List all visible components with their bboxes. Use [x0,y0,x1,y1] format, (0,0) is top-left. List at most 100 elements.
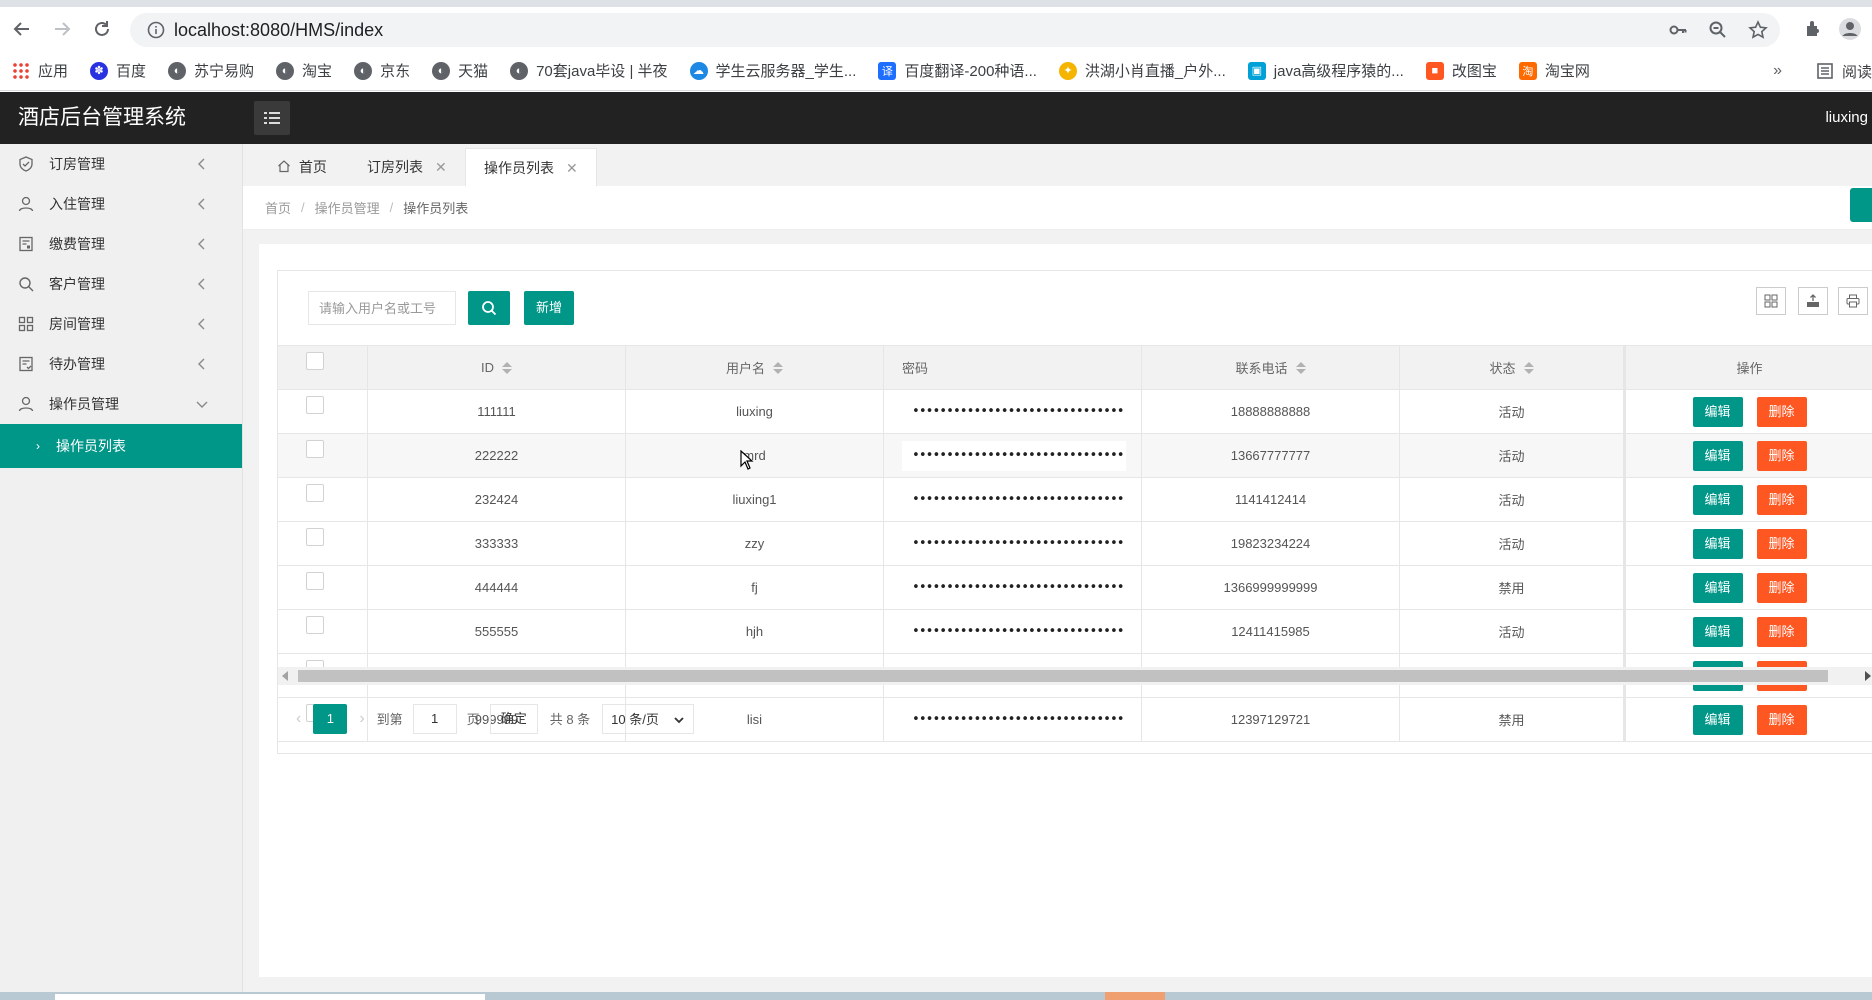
sort-icon[interactable] [773,361,783,374]
bookmark-cloud[interactable]: ☁ 学生云服务器_学生... [689,60,856,81]
export-button[interactable] [1798,287,1828,315]
back-button[interactable] [6,13,38,45]
row-checkbox[interactable] [305,439,324,458]
sidebar-item-booking[interactable]: 订房管理 [0,144,242,184]
add-operator-button[interactable]: 新增 [524,291,574,325]
sort-icon[interactable] [1523,361,1534,374]
page-number-current[interactable]: 1 [313,703,348,734]
bookmark-taobaowang[interactable]: 淘淘宝网 [1518,60,1590,81]
delete-button[interactable]: 删除 [1756,616,1807,647]
breadcrumb-section[interactable]: 操作员管理 [315,198,380,217]
edit-button[interactable]: 编辑 [1692,484,1743,515]
edit-button[interactable]: 编辑 [1692,396,1743,427]
row-checkbox-cell [278,522,368,565]
password-field[interactable] [902,528,1126,559]
taskbar-item[interactable] [55,994,485,1000]
bookmark-taobao[interactable]: ◐ 淘宝 [276,60,332,81]
sort-icon[interactable] [502,361,512,374]
forward-button[interactable] [46,13,78,45]
address-bar[interactable]: localhost:8080/HMS/index [130,13,1780,47]
chevron-down-icon [674,716,684,723]
sidebar-item-label: 订房管理 [49,156,105,172]
sidebar-item-operator[interactable]: 操作员管理 [0,384,242,424]
prev-page-icon[interactable]: ‹ [296,710,301,728]
select-all-checkbox[interactable] [305,351,324,370]
edit-button[interactable]: 编辑 [1692,440,1743,471]
bookmark-bilibili[interactable]: ▣ java高级程序猿的... [1247,60,1404,81]
sidebar-item-customer[interactable]: 客户管理 [0,264,242,304]
password-field[interactable] [902,396,1126,427]
close-icon[interactable]: ✕ [435,159,447,175]
delete-button[interactable]: 删除 [1756,440,1807,471]
current-user[interactable]: liuxing [1825,92,1868,144]
page-size-select[interactable]: 10 条/页 [602,703,695,734]
scroll-left-icon[interactable] [282,671,288,681]
sidebar-item-todo[interactable]: 待办管理 [0,344,242,384]
edit-button[interactable]: 编辑 [1692,572,1743,603]
sidebar-subitem-operator-list[interactable]: › 操作员列表 [0,424,242,468]
zoom-icon[interactable] [1708,20,1728,40]
sidebar-item-label: 缴费管理 [49,236,105,252]
scroll-right-icon[interactable] [1865,671,1871,681]
search-button[interactable] [468,291,510,325]
next-page-icon[interactable]: › [359,710,364,728]
url-text[interactable]: localhost:8080/HMS/index [174,20,383,41]
delete-button[interactable]: 删除 [1756,484,1807,515]
bookmark-live[interactable]: ✦ 洪湖小肖直播_户外... [1058,60,1226,81]
search-input[interactable] [308,291,456,325]
star-icon[interactable] [1748,20,1768,40]
info-icon[interactable] [142,21,170,39]
bookmark-jd[interactable]: ◐ 京东 [354,60,410,81]
delete-button[interactable]: 删除 [1756,528,1807,559]
sidebar-item-room[interactable]: 房间管理 [0,304,242,344]
header-phone[interactable]: 联系电话 [1142,346,1400,389]
bookmark-baidu[interactable]: ✽ 百度 [90,60,146,81]
bookmark-tmall[interactable]: ◐ 天猫 [432,60,488,81]
password-field[interactable] [902,440,1126,471]
sidebar-item-checkin[interactable]: 入住管理 [0,184,242,224]
key-icon[interactable] [1668,20,1688,40]
edit-button[interactable]: 编辑 [1692,528,1743,559]
horizontal-scrollbar[interactable] [278,667,1872,685]
row-checkbox[interactable] [305,395,324,414]
close-icon[interactable]: ✕ [566,160,578,176]
tab-home[interactable]: 首页 [259,148,345,186]
print-button[interactable] [1838,287,1868,315]
tab-booking-list[interactable]: 订房列表 ✕ [349,148,465,186]
reload-button[interactable] [86,13,118,45]
bookmarks-more-button[interactable]: » [1773,51,1782,90]
password-field[interactable] [902,484,1126,515]
header-id[interactable]: ID [368,346,626,389]
row-checkbox[interactable] [305,527,324,546]
header-status[interactable]: 状态 [1400,346,1624,389]
row-checkbox[interactable] [305,483,324,502]
password-field[interactable] [902,572,1126,603]
bookmark-apps[interactable]: 应用 [12,60,68,81]
taskbar-item[interactable] [1105,992,1165,1000]
bookmark-suning[interactable]: ◐ 苏宁易购 [168,60,254,81]
sidebar-toggle-button[interactable] [254,101,290,135]
password-field[interactable] [902,616,1126,647]
header-username[interactable]: 用户名 [626,346,884,389]
refresh-button[interactable] [1850,188,1872,222]
sidebar-item-payment[interactable]: 缴费管理 [0,224,242,264]
row-checkbox[interactable] [305,615,324,634]
delete-button[interactable]: 删除 [1756,572,1807,603]
columns-icon [1764,294,1778,308]
reading-list-button[interactable]: 阅读 [1809,51,1872,90]
profile-avatar-icon[interactable] [1838,17,1862,41]
bookmark-fanyi[interactable]: 译百度翻译-200种语... [878,60,1037,81]
delete-button[interactable]: 删除 [1756,396,1807,427]
scrollbar-thumb[interactable] [298,670,1828,682]
extensions-icon[interactable] [1804,19,1824,39]
goto-page-input[interactable] [412,703,457,734]
sort-icon[interactable] [1295,361,1306,374]
breadcrumb-home[interactable]: 首页 [265,198,291,217]
bookmark-java[interactable]: ◐ 70套java毕设 | 半夜 [510,60,668,81]
bookmark-gaitubao[interactable]: ■ 改图宝 [1425,60,1497,81]
goto-confirm-button[interactable]: 确定 [489,703,538,734]
columns-filter-button[interactable] [1756,287,1786,315]
tab-operator-list[interactable]: 操作员列表 ✕ [465,148,597,186]
edit-button[interactable]: 编辑 [1692,616,1743,647]
row-checkbox[interactable] [305,571,324,590]
